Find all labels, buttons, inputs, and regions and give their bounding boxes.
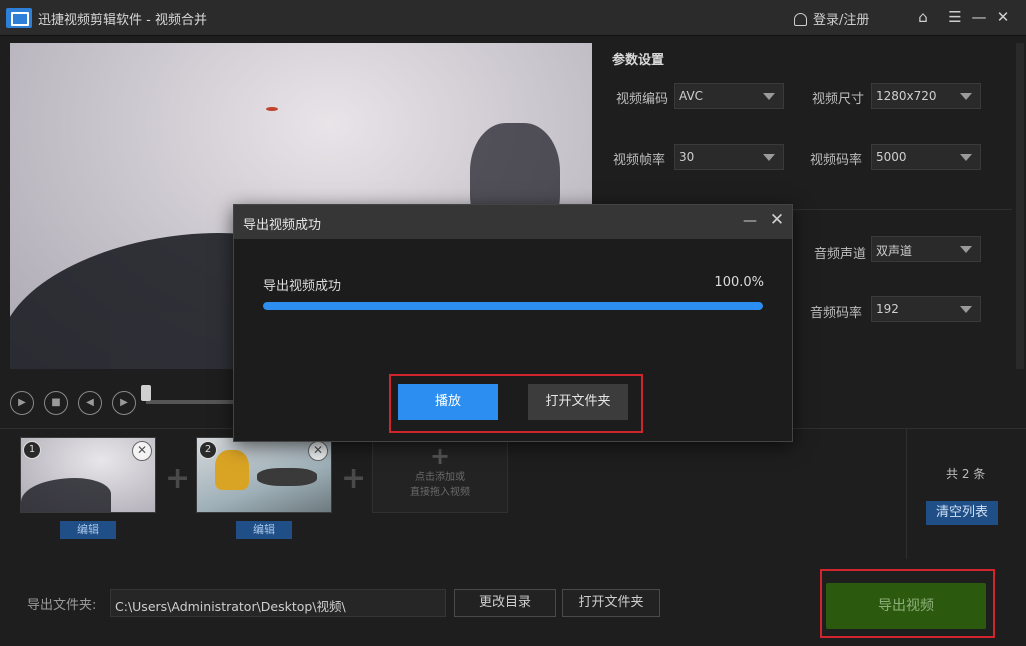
add-icon: + — [429, 442, 451, 470]
clip-count: 共 2 条 — [946, 467, 986, 481]
user-icon — [794, 13, 807, 26]
add-clip-area[interactable]: + 点击添加或 直接拖入视频 — [372, 437, 508, 513]
dialog-open-folder-button[interactable]: 打开文件夹 — [528, 384, 628, 420]
export-video-button[interactable]: 导出视频 — [826, 583, 986, 629]
clear-list-button[interactable]: 清空列表 — [926, 501, 998, 525]
remove-clip-icon[interactable]: ✕ — [308, 441, 328, 461]
play-icon[interactable]: ▶ — [10, 391, 34, 415]
clip-index-badge: 2 — [199, 441, 217, 459]
app-title: 迅捷视频剪辑软件 - 视频合并 — [38, 13, 207, 28]
add-clip-hint-line1: 点击添加或 — [415, 472, 465, 483]
remove-clip-icon[interactable]: ✕ — [132, 441, 152, 461]
clip-index-badge: 1 — [23, 441, 41, 459]
plus-icon: + — [165, 461, 191, 496]
minimize-icon[interactable]: — — [742, 213, 758, 229]
output-folder-label: 导出文件夹: — [27, 598, 97, 613]
minimize-icon[interactable]: — — [970, 8, 988, 26]
dialog-header: 导出视频成功 — ✕ — [234, 205, 792, 239]
clip-thumbnail[interactable]: 1 ✕ — [20, 437, 156, 513]
stop-icon[interactable]: ■ — [44, 391, 68, 415]
change-directory-button[interactable]: 更改目录 — [454, 589, 556, 617]
login-label: 登录/注册 — [813, 13, 870, 28]
open-folder-button[interactable]: 打开文件夹 — [562, 589, 660, 617]
audio-channel-select[interactable]: 双声道 — [871, 236, 981, 262]
login-button[interactable]: 登录/注册 — [794, 9, 869, 28]
plus-icon: + — [341, 461, 367, 496]
clip-thumbnail[interactable]: 2 ✕ — [196, 437, 332, 513]
audio-bitrate-label: 音频码率 — [810, 306, 863, 321]
audio-channel-label: 音频声道 — [814, 247, 867, 262]
video-size-select[interactable]: 1280x720 — [871, 83, 981, 109]
settings-scrollbar[interactable] — [1016, 43, 1024, 369]
video-bitrate-select[interactable]: 5000 — [871, 144, 981, 170]
list-divider — [906, 429, 907, 559]
progress-status: 导出视频成功 — [263, 279, 342, 294]
next-frame-icon[interactable]: ▶ — [112, 391, 136, 415]
title-bar: 迅捷视频剪辑软件 - 视频合并 登录/注册 ⌂ ☰ — ✕ — [0, 0, 1026, 36]
progress-bar — [263, 302, 763, 310]
close-icon[interactable]: ✕ — [768, 211, 786, 229]
export-success-dialog: 导出视频成功 — ✕ 导出视频成功 100.0% 播放 打开文件夹 — [233, 204, 793, 442]
progress-percent: 100.0% — [714, 275, 764, 290]
frame-rate-select[interactable]: 30 — [674, 144, 784, 170]
frame-rate-label: 视频帧率 — [613, 153, 666, 168]
edit-clip-button[interactable]: 编辑 — [236, 521, 292, 539]
clip-list: 1 ✕ 编辑 + 2 ✕ 编辑 + + 点击添加或 直接拖入视频 共 2 条 清… — [0, 428, 1026, 559]
settings-title: 参数设置 — [612, 53, 665, 68]
progress-fill — [263, 302, 763, 310]
audio-bitrate-select[interactable]: 192 — [871, 296, 981, 322]
add-clip-hint-line2: 直接拖入视频 — [410, 487, 470, 498]
output-path-field[interactable]: C:\Users\Administrator\Desktop\视频\ — [110, 589, 446, 617]
video-codec-label: 视频编码 — [616, 92, 669, 107]
video-bitrate-label: 视频码率 — [810, 153, 863, 168]
edit-clip-button[interactable]: 编辑 — [60, 521, 116, 539]
app-logo-icon — [6, 8, 32, 28]
home-icon[interactable]: ⌂ — [914, 8, 932, 26]
prev-frame-icon[interactable]: ◀ — [78, 391, 102, 415]
video-size-label: 视频尺寸 — [812, 92, 865, 107]
video-codec-select[interactable]: AVC — [674, 83, 784, 109]
play-button[interactable]: 播放 — [398, 384, 498, 420]
dialog-title: 导出视频成功 — [243, 218, 322, 233]
menu-icon[interactable]: ☰ — [946, 8, 964, 26]
close-icon[interactable]: ✕ — [994, 8, 1012, 26]
seek-handle[interactable] — [141, 385, 151, 401]
